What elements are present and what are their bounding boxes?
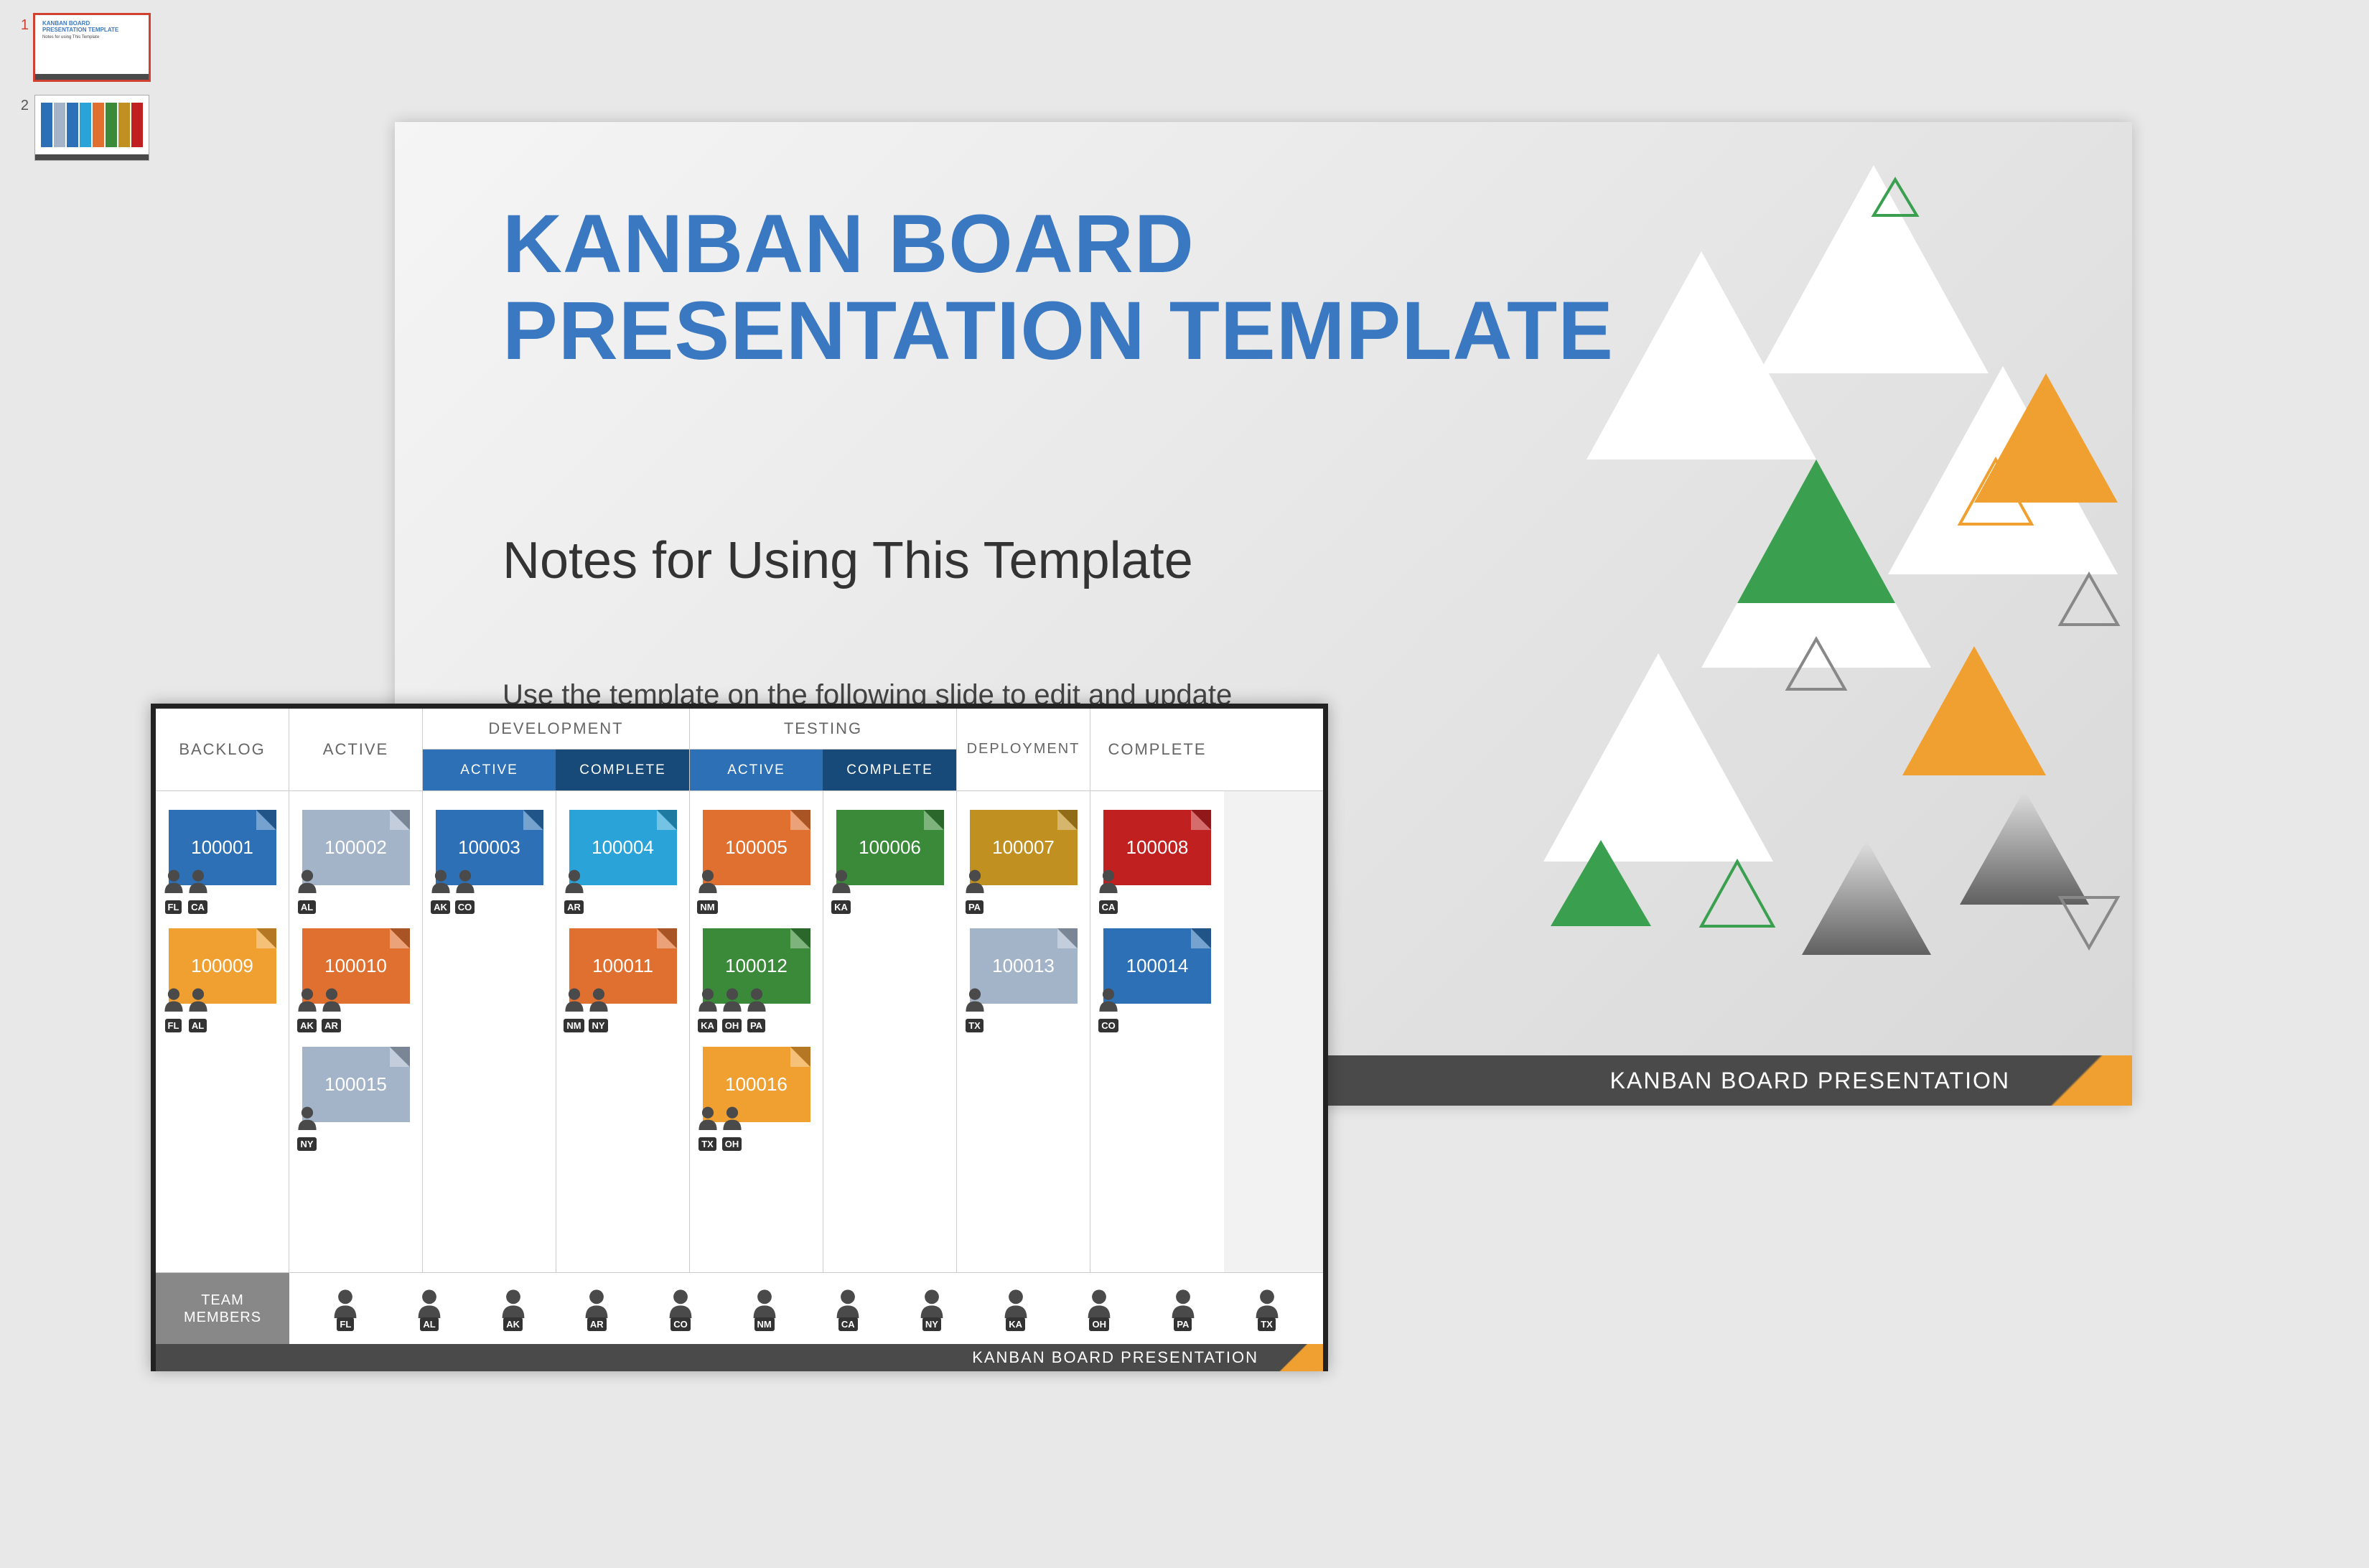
card-id: 100004: [592, 836, 654, 859]
kanban-card[interactable]: 100008 CA: [1103, 810, 1211, 885]
col-development: DEVELOPMENT: [423, 709, 689, 750]
lane[interactable]: 100006 KA: [823, 791, 957, 1272]
kanban-card[interactable]: 100004 AR: [569, 810, 677, 885]
subcol-dev-complete: COMPLETE: [556, 750, 689, 790]
lane[interactable]: 100007 PA 100013 TX: [957, 791, 1090, 1272]
thumbnail-1[interactable]: 1 KANBAN BOARDPRESENTATION TEMPLATE Note…: [14, 14, 172, 80]
kanban-board[interactable]: BACKLOG ACTIVE DEVELOPMENT ACTIVE COMPLE…: [151, 704, 1328, 1371]
person-icon: TX: [960, 986, 990, 1034]
team-member: PA: [1162, 1287, 1205, 1331]
card-id: 100013: [992, 955, 1055, 977]
subcol-test-active: ACTIVE: [690, 750, 823, 790]
team-list: FL AL AK AR CO NM CA NY KA OH PA TX: [289, 1287, 1323, 1331]
team-member: OH: [1078, 1287, 1121, 1331]
card-id: 100007: [992, 836, 1055, 859]
team-member: AR: [575, 1287, 618, 1331]
col-backlog: BACKLOG: [156, 709, 289, 790]
kanban-header: BACKLOG ACTIVE DEVELOPMENT ACTIVE COMPLE…: [156, 709, 1323, 791]
person-icon: OH: [717, 1104, 747, 1152]
kanban-card[interactable]: 100009 FL AL: [169, 928, 276, 1004]
lane[interactable]: 100001 FL CA 100009 FL AL: [156, 791, 289, 1272]
person-icon: CO: [1093, 986, 1123, 1034]
person-icon: AR: [317, 986, 347, 1034]
team-member: AK: [492, 1287, 535, 1331]
footer-text: KANBAN BOARD PRESENTATION: [1610, 1055, 2010, 1106]
team-member: NM: [743, 1287, 786, 1331]
team-member: NY: [910, 1287, 953, 1331]
kanban-card[interactable]: 100011 NM NY: [569, 928, 677, 1004]
col-active: ACTIVE: [289, 709, 422, 790]
thumb-preview: [34, 95, 149, 161]
slide-subtitle: Notes for Using This Template: [503, 531, 1193, 590]
card-id: 100012: [725, 955, 788, 977]
card-id: 100001: [191, 836, 253, 859]
thumb-number: 1: [14, 14, 29, 34]
lane[interactable]: 100004 AR 100011 NM NY: [556, 791, 690, 1272]
team-member: CA: [826, 1287, 869, 1331]
subcol-test-complete: COMPLETE: [823, 750, 956, 790]
person-icon: PA: [742, 986, 772, 1034]
kanban-card[interactable]: 100013 TX: [970, 928, 1078, 1004]
person-icon: KA: [826, 867, 856, 915]
team-member: FL: [324, 1287, 367, 1331]
kanban-card[interactable]: 100006 KA: [836, 810, 944, 885]
card-id: 100011: [592, 955, 653, 977]
subcol-dev-active: ACTIVE: [423, 750, 556, 790]
lane[interactable]: 100002 AL 100010 AK AR 100015 NY: [289, 791, 423, 1272]
kanban-card[interactable]: 100003 AK CO: [436, 810, 543, 885]
card-id: 100006: [859, 836, 921, 859]
thumb-number: 2: [14, 95, 29, 114]
kanban-card[interactable]: 100007 PA: [970, 810, 1078, 885]
lane[interactable]: 100003 AK CO: [423, 791, 556, 1272]
kanban-footer-text: KANBAN BOARD PRESENTATION: [972, 1344, 1258, 1371]
col-complete: COMPLETE: [1090, 709, 1224, 790]
team-member: CO: [659, 1287, 702, 1331]
slide-thumbnails: 1 KANBAN BOARDPRESENTATION TEMPLATE Note…: [14, 14, 172, 175]
kanban-card[interactable]: 100012 KA OH PA: [703, 928, 810, 1004]
card-id: 100005: [725, 836, 788, 859]
slide-title: KANBAN BOARD PRESENTATION TEMPLATE: [503, 201, 1614, 375]
card-id: 100009: [191, 955, 253, 977]
col-testing: TESTING: [690, 709, 956, 750]
card-id: 100016: [725, 1073, 788, 1096]
thumb-preview: KANBAN BOARDPRESENTATION TEMPLATE Notes …: [34, 14, 149, 80]
card-id: 100008: [1126, 836, 1189, 859]
person-icon: CA: [183, 867, 213, 915]
person-icon: CA: [1093, 867, 1123, 915]
lane[interactable]: 100008 CA 100014 CO: [1090, 791, 1224, 1272]
kanban-body: 100001 FL CA 100009 FL AL 100002 AL 100010 …: [156, 791, 1323, 1272]
kanban-card[interactable]: 100010 AK AR: [302, 928, 410, 1004]
card-id: 100014: [1126, 955, 1189, 977]
card-id: 100002: [324, 836, 387, 859]
kanban-card[interactable]: 100001 FL CA: [169, 810, 276, 885]
person-icon: AL: [183, 986, 213, 1034]
lane[interactable]: 100005 NM 100012 KA OH PA 100016 TX OH: [690, 791, 823, 1272]
person-icon: PA: [960, 867, 990, 915]
person-icon: AR: [559, 867, 589, 915]
team-member: AL: [408, 1287, 451, 1331]
team-member: KA: [994, 1287, 1037, 1331]
kanban-card[interactable]: 100014 CO: [1103, 928, 1211, 1004]
team-members-label: TEAMMEMBERS: [156, 1273, 289, 1344]
card-id: 100015: [324, 1073, 387, 1096]
card-id: 100003: [458, 836, 520, 859]
kanban-card[interactable]: 100016 TX OH: [703, 1047, 810, 1122]
card-id: 100010: [324, 955, 387, 977]
kanban-card[interactable]: 100002 AL: [302, 810, 410, 885]
person-icon: CO: [450, 867, 480, 915]
team-footer: TEAMMEMBERS FL AL AK AR CO NM CA NY KA O…: [156, 1272, 1323, 1344]
person-icon: NM: [693, 867, 723, 915]
thumbnail-2[interactable]: 2: [14, 95, 172, 161]
person-icon: NY: [584, 986, 614, 1034]
kanban-footer: KANBAN BOARD PRESENTATION: [156, 1344, 1323, 1371]
team-member: TX: [1246, 1287, 1289, 1331]
kanban-card[interactable]: 100005 NM: [703, 810, 810, 885]
person-icon: AL: [292, 867, 322, 915]
person-icon: NY: [292, 1104, 322, 1152]
col-deployment: DEPLOYMENT: [957, 709, 1090, 790]
kanban-card[interactable]: 100015 NY: [302, 1047, 410, 1122]
